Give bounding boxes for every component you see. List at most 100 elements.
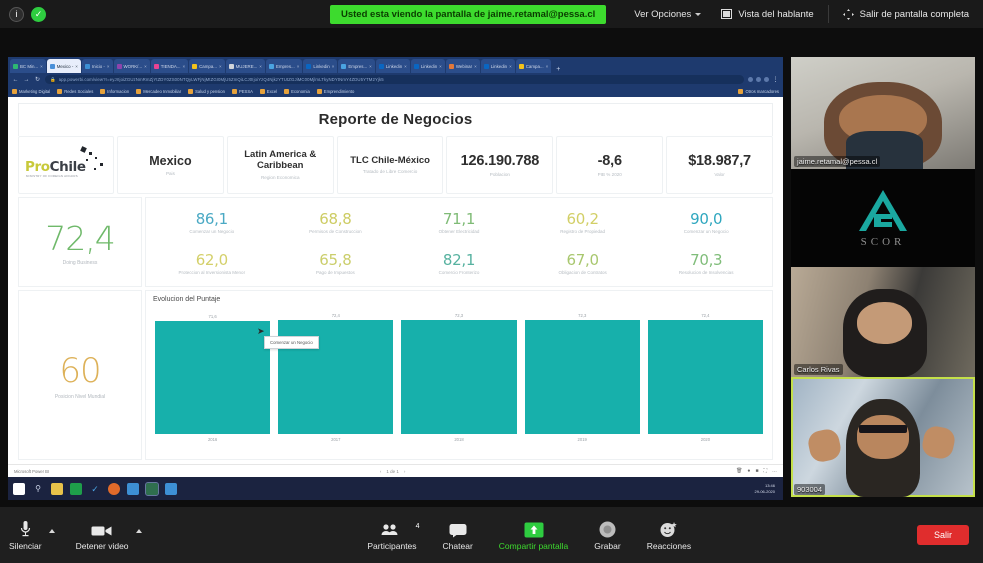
fullscreen-icon[interactable]: ⛶ — [763, 468, 767, 474]
header-card[interactable]: Mexico Pais — [117, 136, 224, 194]
browser-menu-icon[interactable]: ⋮ — [772, 76, 779, 83]
close-tab-icon[interactable]: × — [546, 64, 549, 69]
header-card[interactable]: Latin America & Caribbean Region Economi… — [226, 136, 334, 194]
browser-tab[interactable]: Empres... × — [338, 59, 375, 73]
close-tab-icon[interactable]: × — [107, 64, 110, 69]
browser-tab[interactable]: Linkedin × — [303, 59, 338, 73]
indicator-cell[interactable]: 62,0 Proteccion al Inversionista Menor — [150, 251, 274, 275]
world-position-card[interactable]: 60 Posicion Nivel Mundial — [18, 290, 142, 460]
bar-group[interactable]: 71,6 2016 — [155, 307, 271, 442]
close-tab-icon[interactable]: × — [219, 64, 222, 69]
browser-tab[interactable]: Linkedin × — [410, 59, 445, 73]
next-page-icon[interactable]: › — [404, 469, 406, 474]
browser-tab[interactable]: WORK/... × — [113, 59, 150, 73]
chat-button[interactable]: Chatear — [434, 519, 482, 551]
address-bar[interactable]: 🔒 app.powerbi.com/view?r=eyJrIjoiZGUzNmR… — [45, 75, 744, 84]
search-icon[interactable]: ⚲ — [32, 483, 44, 495]
close-tab-icon[interactable]: × — [474, 64, 477, 69]
taskbar-app-icon[interactable] — [165, 482, 177, 495]
taskbar-chrome-icon[interactable] — [145, 481, 159, 496]
share-facebook-icon[interactable]: ■ — [755, 468, 758, 474]
new-tab-icon[interactable]: + — [552, 66, 564, 73]
bookmark-item[interactable]: Redes Sociales — [57, 89, 93, 94]
exit-fullscreen-button[interactable]: Salir de pantalla completa — [827, 5, 983, 23]
taskbar-clock[interactable]: 13:46 29-06-2020 — [755, 483, 778, 495]
bookmark-item[interactable]: Emprendimiento — [316, 89, 354, 94]
taskbar-word-icon[interactable] — [127, 482, 139, 495]
video-tile[interactable]: SCOR — [791, 169, 975, 267]
browser-tab[interactable]: MUJERE... × — [225, 59, 265, 73]
page-navigation[interactable]: ‹ 1 de 1 › — [380, 469, 406, 474]
close-tab-icon[interactable]: × — [40, 64, 43, 69]
taskbar-check-icon[interactable]: ✓ — [89, 483, 101, 495]
browser-tab[interactable]: TIENDA... × — [150, 59, 189, 73]
reactions-button[interactable]: Reacciones — [638, 519, 700, 551]
close-tab-icon[interactable]: × — [439, 64, 442, 69]
bar-group[interactable]: 72,3 2018 — [401, 307, 517, 442]
record-button[interactable]: Grabar — [585, 519, 629, 551]
profile-avatar-icon[interactable] — [764, 77, 769, 82]
forward-icon[interactable]: → — [23, 77, 30, 83]
close-tab-icon[interactable]: × — [369, 64, 372, 69]
close-tab-icon[interactable]: × — [404, 64, 407, 69]
bookmark-item[interactable]: Economia — [284, 89, 310, 94]
more-icon[interactable]: … — [772, 468, 777, 474]
back-icon[interactable]: ← — [12, 77, 19, 83]
reload-icon[interactable]: ↻ — [34, 76, 41, 83]
header-card[interactable]: TLC Chile-México Tratado de Libre Comerc… — [336, 136, 444, 194]
indicator-cell[interactable]: 68,8 Permisos de Construccion — [274, 210, 398, 234]
bar[interactable] — [524, 320, 640, 434]
info-icon[interactable]: i — [9, 6, 24, 22]
participants-button[interactable]: 4 Participantes — [358, 519, 425, 551]
stop-video-button[interactable]: Detener video — [67, 519, 138, 551]
extension-icon[interactable] — [748, 77, 753, 82]
bar[interactable] — [401, 320, 517, 434]
indicator-cell[interactable]: 90,0 Comenzar un Negocio — [644, 210, 768, 234]
browser-tab[interactable]: Inicio - × — [81, 59, 113, 73]
shield-icon[interactable]: ✓ — [31, 6, 46, 22]
video-tile-active-speaker[interactable]: 903004 — [791, 377, 975, 497]
doing-business-card[interactable]: 72,4 Doing Business — [18, 197, 142, 287]
header-card[interactable]: $18.987,7 Valor — [666, 136, 773, 194]
close-tab-icon[interactable]: × — [75, 64, 78, 69]
other-bookmarks-item[interactable]: Otros marcadores — [738, 89, 779, 94]
video-tile[interactable]: Carlos Rivas — [791, 267, 975, 377]
start-button-icon[interactable] — [13, 482, 25, 495]
bookmark-item[interactable]: Mercadeo Inmobiliar — [136, 89, 181, 94]
close-tab-icon[interactable]: × — [182, 64, 185, 69]
video-tile[interactable]: jaime.retamal@pessa.cl — [791, 57, 975, 169]
browser-tab[interactable]: Linkedin × — [375, 59, 410, 73]
bar-group[interactable]: 72,3 2019 — [524, 307, 640, 442]
bar[interactable] — [155, 321, 271, 434]
close-tab-icon[interactable]: × — [259, 64, 262, 69]
taskbar-firefox-icon[interactable] — [108, 482, 120, 495]
prev-page-icon[interactable]: ‹ — [380, 469, 382, 474]
browser-tab[interactable]: BC Min... × — [10, 59, 46, 73]
bookmark-item[interactable]: PESSA — [231, 89, 253, 94]
taskbar-excel-icon[interactable] — [70, 482, 82, 495]
bar[interactable] — [647, 320, 764, 434]
leave-meeting-button[interactable]: Salir — [916, 525, 969, 545]
bookmark-item[interactable]: Salud y pension — [188, 89, 225, 94]
share-screen-button[interactable]: Compartir pantalla — [490, 519, 577, 551]
speaker-view-button[interactable]: Vista del hablante — [707, 5, 827, 23]
bookmark-item[interactable]: Informacion — [100, 89, 129, 94]
browser-tab[interactable]: Mexico - × — [46, 59, 81, 73]
indicator-cell[interactable]: 70,3 Resolucion de Insolvencias — [644, 251, 768, 275]
header-card[interactable]: 126.190.788 Poblacion — [446, 136, 554, 194]
header-card[interactable]: -8,6 PIB % 2020 — [556, 136, 664, 194]
indicator-cell[interactable]: 60,2 Registro de Propiedad — [521, 210, 645, 234]
indicator-cell[interactable]: 65,8 Pago de Impuestos — [274, 251, 398, 275]
indicator-cell[interactable]: 86,1 Comenzar un Negocio — [150, 210, 274, 234]
browser-tab[interactable]: Webinar × — [445, 59, 480, 73]
indicator-cell[interactable]: 67,0 Obligacion de Contratos — [521, 251, 645, 275]
browser-tab[interactable]: Linkedin × — [480, 59, 515, 73]
delete-icon[interactable]: 🗑 — [736, 468, 742, 474]
close-tab-icon[interactable]: × — [297, 64, 300, 69]
bar-group[interactable]: 72,4 2020 — [647, 307, 764, 442]
close-tab-icon[interactable]: × — [144, 64, 147, 69]
indicator-cell[interactable]: 82,1 Comercio Fronterizo — [397, 251, 521, 275]
bookmark-star-icon[interactable] — [756, 77, 761, 82]
share-twitter-icon[interactable]: ● — [747, 468, 750, 474]
browser-tab[interactable]: Campa... × — [189, 59, 225, 73]
